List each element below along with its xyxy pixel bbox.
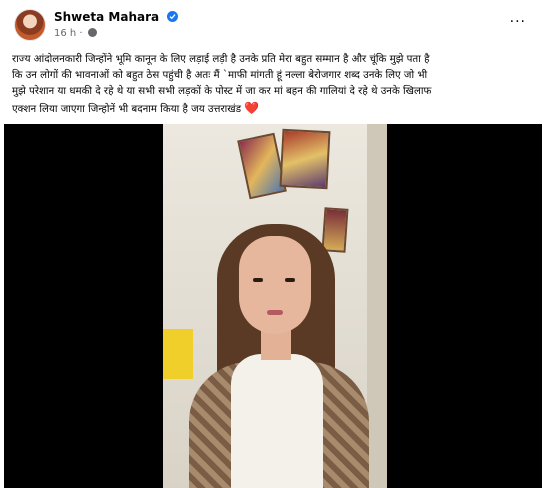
post-meta: 16 h · [54,28,97,39]
wall-edge [367,124,387,488]
person-figure [189,222,369,488]
video-frame[interactable] [163,124,387,488]
caption-line: एक्शन लिया जाएगा जिन्होनें भी बदनाम किया… [12,101,260,115]
author-name[interactable]: Shweta Mahara [54,10,159,24]
sweater [231,354,323,488]
caption-line: कि उन लोगों की भावनाओं को बहुत ठेस पहुंच… [12,70,428,81]
author-avatar[interactable] [14,9,46,41]
post-video[interactable] [4,124,542,488]
verified-badge-icon [167,11,179,22]
mouth [267,310,283,315]
globe-icon[interactable] [87,28,97,37]
caption-line: मुझे परेशान या धमकी दे रहे थे या सभी सभी… [12,86,432,97]
eye [285,278,295,282]
author-name-row: Shweta Mahara [54,10,179,24]
facebook-post: Shweta Mahara 16 h · ··· राज्य आंदोलनकार… [0,0,546,488]
post-caption: राज्य आंदोलनकारी जिन्होंने भूमि कानून के… [12,52,542,118]
wall-painting [237,132,287,200]
post-timestamp[interactable]: 16 h · [54,28,83,39]
wall-painting [279,128,331,190]
more-options-icon[interactable]: ··· [510,14,526,30]
face [239,236,311,334]
heart-emoji-icon: ❤️ [244,101,260,115]
eye [253,278,263,282]
caption-line: राज्य आंदोलनकारी जिन्होंने भूमि कानून के… [12,54,430,65]
